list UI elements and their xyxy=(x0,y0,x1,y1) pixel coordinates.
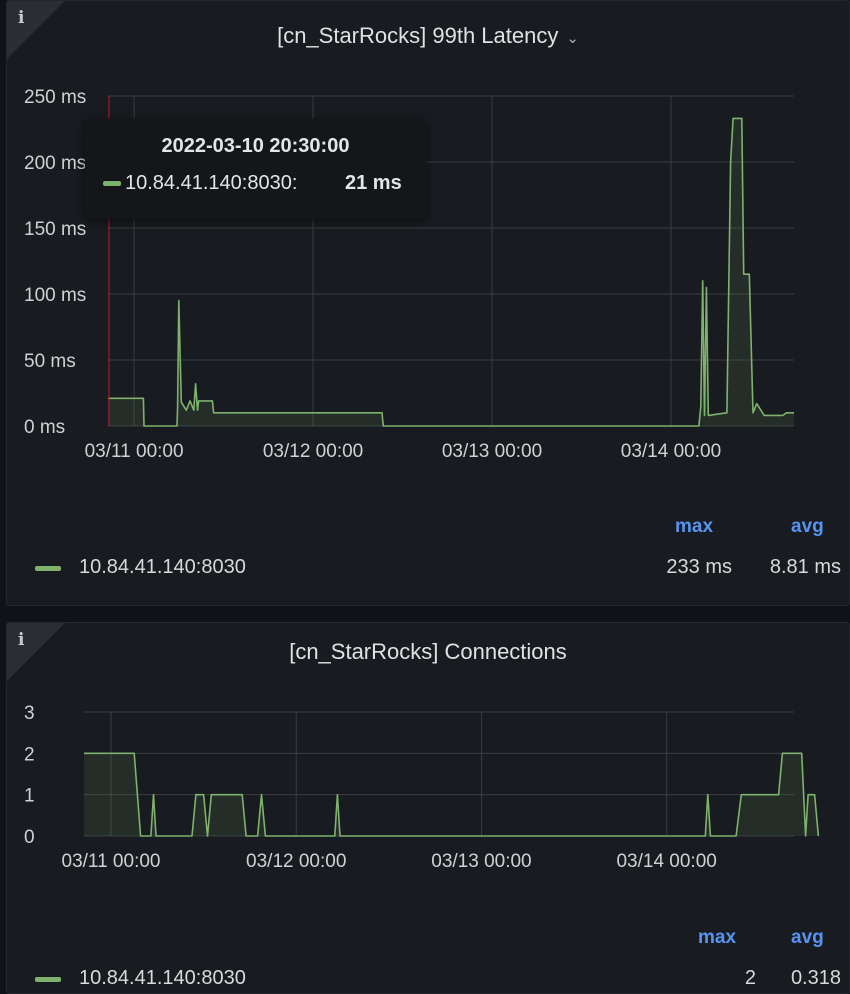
legend-header-max[interactable]: max xyxy=(698,927,736,949)
legend-series-name[interactable]: 10.84.41.140:8030 xyxy=(79,967,246,990)
x-tick-label: 03/12 00:00 xyxy=(246,851,346,872)
legend-row[interactable]: 10.84.41.140:8030 233 ms 8.81 ms xyxy=(7,554,849,584)
y-tick-label: 150 ms xyxy=(24,219,86,240)
x-tick-label: 03/12 00:00 xyxy=(263,441,363,462)
legend-max-value: 233 ms xyxy=(666,556,732,578)
tooltip-value: 21 ms xyxy=(345,172,402,194)
x-tick-label: 03/13 00:00 xyxy=(431,851,531,872)
y-tick-label: 0 ms xyxy=(24,417,65,438)
latency-panel: i [cn_StarRocks] 99th Latency ⌄ 0 ms 50 ms… xyxy=(6,0,850,606)
tooltip-time: 2022-03-10 20:30:00 xyxy=(161,135,350,157)
y-tick-label: 1 xyxy=(24,786,35,807)
series-color-swatch xyxy=(35,566,61,571)
legend-header-max[interactable]: max xyxy=(675,516,713,538)
tooltip-series-name: 10.84.41.140:8030: xyxy=(125,172,298,194)
legend-header-avg[interactable]: avg xyxy=(791,516,824,538)
connections-panel: i [cn_StarRocks] Connections 0 1 2 3 03/11 0… xyxy=(6,622,850,994)
legend-max-value: 2 xyxy=(744,967,756,989)
hover-tooltip: 2022-03-10 20:30:00 10.84.41.140:8030: 2… xyxy=(85,119,426,219)
series-color-swatch xyxy=(35,977,61,982)
y-tick-label: 2 xyxy=(24,744,35,765)
y-tick-label: 0 xyxy=(24,827,35,848)
y-tick-label: 100 ms xyxy=(24,285,86,306)
tooltip-series-swatch xyxy=(103,181,121,186)
legend-avg-value: 8.81 ms xyxy=(769,556,841,578)
y-tick-label: 3 xyxy=(24,703,35,724)
x-tick-label: 03/14 00:00 xyxy=(616,851,716,872)
legend-avg-value: 0.318 xyxy=(790,967,841,989)
latency-chart[interactable]: 0 ms 50 ms 100 ms 150 ms 200 ms 250 ms 03/11 0… xyxy=(7,1,850,606)
x-tick-label: 03/11 00:00 xyxy=(85,441,184,462)
y-tick-label: 250 ms xyxy=(24,87,86,108)
x-tick-label: 03/11 00:00 xyxy=(62,851,161,872)
x-tick-label: 03/14 00:00 xyxy=(621,441,721,462)
x-tick-label: 03/13 00:00 xyxy=(442,441,542,462)
y-tick-label: 50 ms xyxy=(24,351,76,372)
legend-row[interactable]: 10.84.41.140:8030 2 0.318 xyxy=(7,965,849,993)
legend-series-name[interactable]: 10.84.41.140:8030 xyxy=(79,556,246,579)
legend-header-avg[interactable]: avg xyxy=(791,927,824,949)
y-tick-label: 200 ms xyxy=(24,153,86,174)
